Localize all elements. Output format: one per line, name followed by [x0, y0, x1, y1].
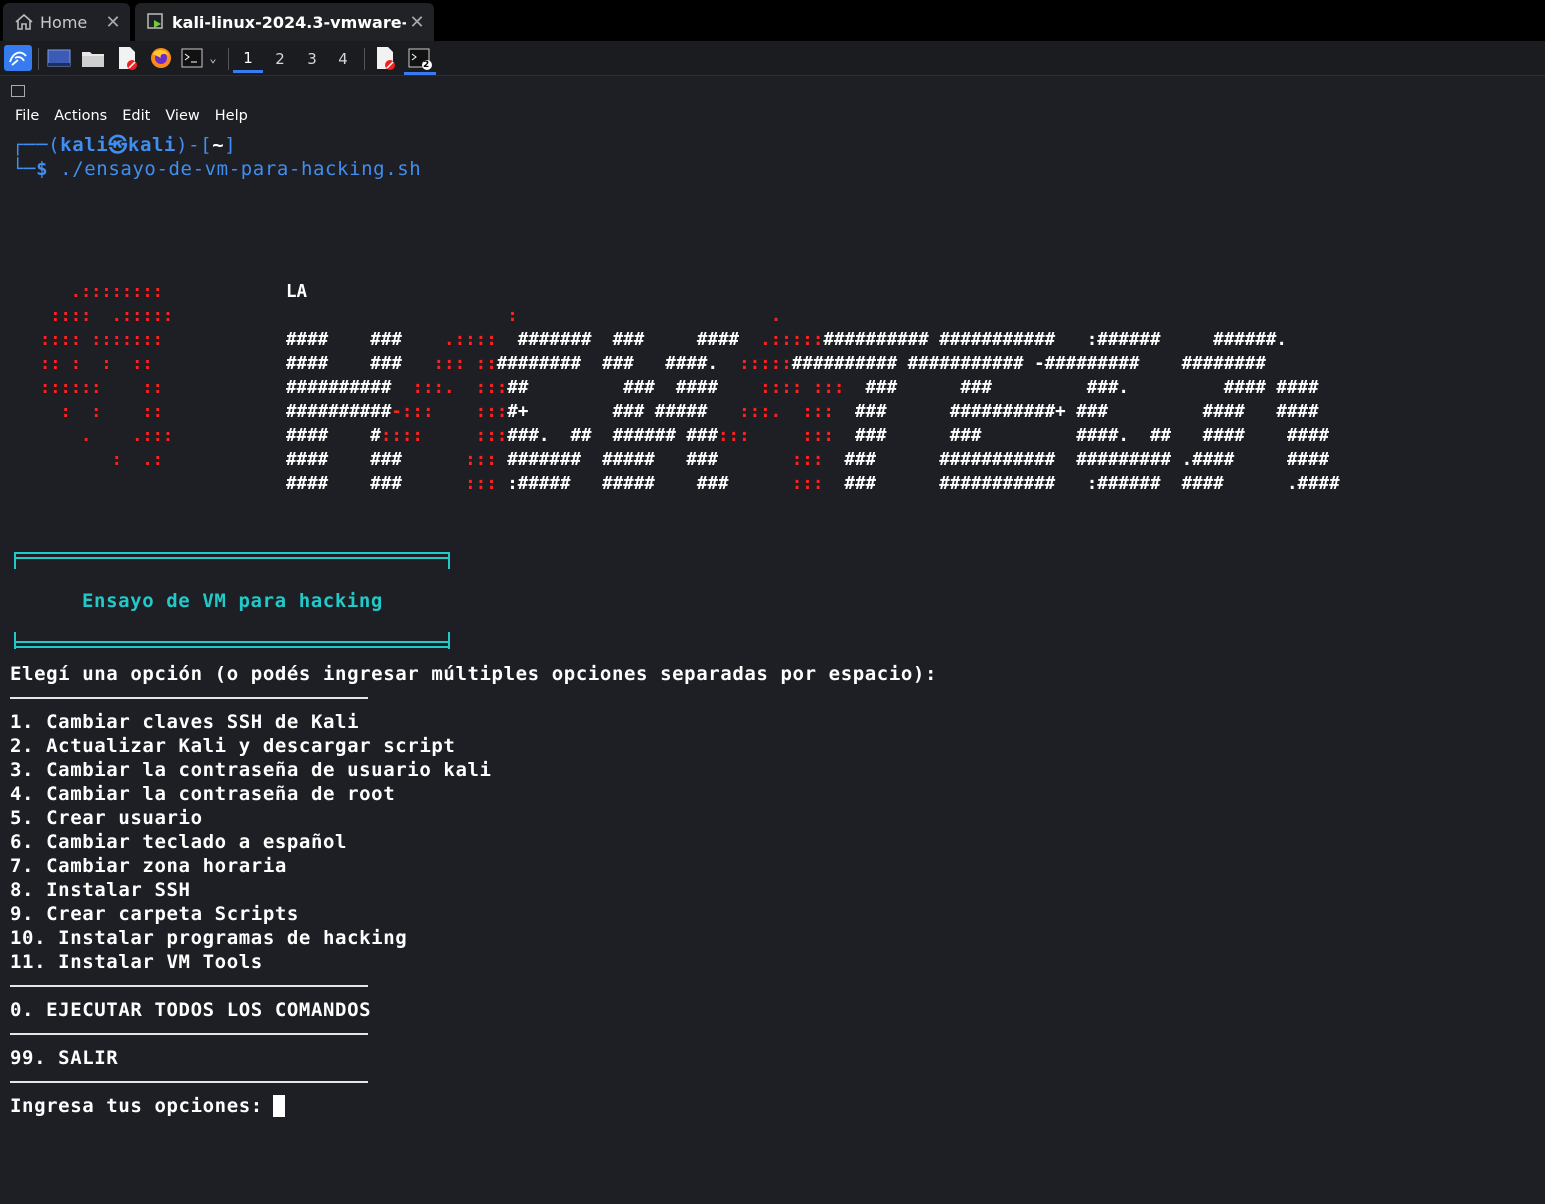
- tab-home-label: Home: [40, 12, 88, 32]
- menu-actions[interactable]: Actions: [54, 108, 107, 124]
- divider: [10, 985, 368, 987]
- divider: [10, 697, 368, 699]
- close-tab-vm-icon[interactable]: ✕: [406, 12, 428, 33]
- prompt-line-1: ┌──(kali㉿kali)-[~]: [12, 133, 236, 157]
- panel-separator: [38, 48, 39, 70]
- terminal-launcher-icon[interactable]: [180, 45, 204, 71]
- option-8: 8. Instalar SSH: [10, 879, 191, 901]
- taskbar-text-editor-icon[interactable]: [372, 45, 398, 71]
- vm-icon: [146, 12, 166, 32]
- skull-ascii-art: .:::::::: :::: .::::: :::: ::::::: :: : …: [40, 282, 174, 470]
- terminal-menubar: File Actions Edit View Help: [15, 108, 248, 124]
- tab-bar: Home ✕ kali-linux-2024.3-vmware-... ✕: [0, 0, 1545, 41]
- ascii-banner: LA : . #### ### .:::: ####### ### #### .…: [286, 282, 1340, 494]
- option-9: 9. Crear carpeta Scripts: [10, 903, 299, 925]
- option-run-all: 0. EJECUTAR TODOS LOS COMANDOS: [10, 999, 372, 1021]
- show-desktop-icon[interactable]: [46, 45, 72, 71]
- box-title: Ensayo de VM para hacking: [82, 590, 383, 612]
- panel-separator: [228, 48, 229, 70]
- prompt-close: )-[: [176, 134, 213, 156]
- tab-home[interactable]: Home ✕: [3, 3, 130, 41]
- top-panel: ⌄ 1 2 3 4 2: [0, 41, 1545, 76]
- workspace-2[interactable]: 2: [265, 45, 295, 73]
- divider: [10, 1033, 368, 1035]
- title-box-right-edge-bottom: [448, 632, 450, 649]
- chevron-down-icon[interactable]: ⌄: [205, 45, 221, 71]
- terminal-badge: 2: [423, 60, 430, 70]
- title-box-left-edge: [14, 552, 16, 569]
- panel-separator: [364, 48, 365, 70]
- prompt-dollar-prefix: └─: [12, 158, 37, 180]
- prompt-command: ./ensayo-de-vm-para-hacking.sh: [48, 158, 422, 180]
- title-box-right-edge: [448, 552, 450, 569]
- prompt-line-2: └─$ ./ensayo-de-vm-para-hacking.sh: [12, 157, 421, 181]
- terminal-cursor[interactable]: [273, 1095, 285, 1117]
- tab-vm[interactable]: kali-linux-2024.3-vmware-... ✕: [135, 3, 434, 41]
- menu-view[interactable]: View: [165, 108, 199, 124]
- prompt-user: kali㉿kali: [60, 134, 177, 156]
- option-1: 1. Cambiar claves SSH de Kali: [10, 711, 360, 733]
- taskbar-terminal-button[interactable]: 2: [404, 45, 436, 75]
- prompt-open: ┌──(: [12, 134, 61, 156]
- firefox-icon[interactable]: [148, 45, 174, 71]
- option-4: 4. Cambiar la contraseña de root: [10, 783, 396, 805]
- option-2: 2. Actualizar Kali y descargar script: [10, 735, 456, 757]
- prompt-end: ]: [224, 134, 237, 156]
- option-5: 5. Crear usuario: [10, 807, 203, 829]
- prompt-dir: ~: [212, 134, 225, 156]
- terminal-window-icon: [11, 85, 25, 97]
- close-tab-home-icon[interactable]: ✕: [102, 12, 124, 33]
- text-editor-icon[interactable]: [114, 45, 140, 71]
- banner-top-label: LA: [286, 282, 308, 302]
- title-box-top-border: [14, 552, 450, 559]
- option-11: 11. Instalar VM Tools: [10, 951, 263, 973]
- prompt-dollar: $: [36, 158, 49, 180]
- file-manager-icon[interactable]: [80, 45, 106, 71]
- option-7: 7. Cambiar zona horaria: [10, 855, 287, 877]
- title-box-bottom-border: [14, 641, 450, 648]
- option-10: 10. Instalar programas de hacking: [10, 927, 408, 949]
- option-exit: 99. SALIR: [10, 1047, 119, 1069]
- menu-edit[interactable]: Edit: [122, 108, 150, 124]
- divider: [10, 1081, 368, 1083]
- menu-help[interactable]: Help: [215, 108, 248, 124]
- option-6: 6. Cambiar teclado a español: [10, 831, 348, 853]
- home-icon: [14, 13, 34, 31]
- workspace-1[interactable]: 1: [233, 45, 263, 73]
- workspace-3[interactable]: 3: [297, 45, 327, 73]
- input-prompt[interactable]: Ingresa tus opciones:: [10, 1094, 275, 1118]
- menu-file[interactable]: File: [15, 108, 39, 124]
- workspace-4[interactable]: 4: [328, 45, 358, 73]
- option-3: 3. Cambiar la contraseña de usuario kali: [10, 759, 492, 781]
- title-box-left-edge-bottom: [14, 632, 16, 649]
- kali-menu-icon[interactable]: [4, 45, 32, 71]
- tab-vm-label: kali-linux-2024.3-vmware-...: [172, 12, 406, 32]
- menu-prompt: Elegí una opción (o podés ingresar múlti…: [10, 663, 937, 685]
